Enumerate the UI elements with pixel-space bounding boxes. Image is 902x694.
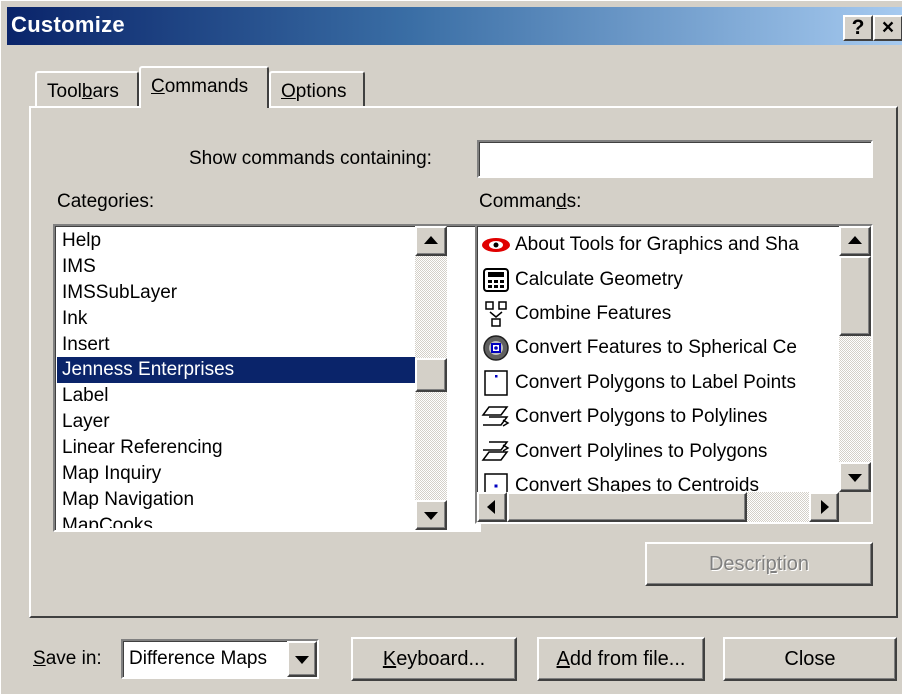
close-button[interactable]: Close (723, 637, 897, 681)
command-item[interactable]: Convert Polygons to Polylines (481, 400, 839, 434)
command-item[interactable]: Convert Polylines to Polygons (481, 434, 839, 468)
categories-listbox[interactable]: Help IMS IMSSubLayer Ink Insert Jenness … (53, 224, 481, 532)
category-item[interactable]: Linear Referencing (57, 435, 415, 461)
command-item[interactable]: Convert Shapes to Centroids (481, 469, 839, 494)
category-item[interactable]: Insert (57, 332, 415, 358)
save-in-value: Difference Maps (129, 648, 267, 669)
eye-icon (481, 231, 511, 259)
arrow-down-icon (848, 474, 862, 482)
tab-label: Options (281, 81, 347, 102)
command-label: Convert Features to Spherical Ce (515, 337, 797, 359)
title-bar[interactable]: Customize ? × (7, 7, 902, 45)
centroid-icon (481, 472, 511, 494)
command-item[interactable]: About Tools for Graphics and Sha (481, 228, 839, 262)
scroll-down-button[interactable] (839, 462, 871, 492)
scroll-left-button[interactable] (477, 492, 507, 522)
scroll-up-button[interactable] (839, 226, 871, 256)
category-item[interactable]: Help (57, 228, 415, 254)
command-item[interactable]: Convert Polygons to Label Points (481, 366, 839, 400)
commands-panel: Show commands containing: Categories: Co… (29, 106, 898, 618)
scroll-up-button[interactable] (415, 226, 447, 256)
category-item[interactable]: Map Navigation (57, 487, 415, 513)
tab-commands[interactable]: Commands (139, 66, 269, 108)
scroll-thumb[interactable] (507, 492, 747, 522)
save-in-label: Save in: (33, 648, 102, 669)
categories-scrollbar[interactable] (415, 226, 447, 530)
arrow-down-icon (424, 512, 438, 520)
commands-vscrollbar[interactable] (839, 226, 871, 492)
commands-label: Commands: (479, 191, 582, 212)
command-item[interactable]: Combine Features (481, 297, 839, 331)
calculator-icon (481, 266, 511, 294)
tab-options[interactable]: Options (269, 71, 365, 107)
command-item[interactable]: Calculate Geometry (481, 262, 839, 296)
scrollbar-corner (839, 492, 871, 522)
arrow-up-icon (848, 236, 862, 244)
arrow-up-icon (424, 236, 438, 244)
command-label: Convert Polylines to Polygons (515, 440, 768, 462)
tab-label: Commands (151, 76, 249, 97)
command-label: Combine Features (515, 302, 672, 324)
commands-listbox[interactable]: About Tools for Graphics and Sha Calcula… (475, 224, 873, 524)
commands-hscrollbar[interactable] (477, 492, 839, 522)
command-label: About Tools for Graphics and Sha (515, 234, 799, 256)
chevron-down-icon (295, 656, 309, 664)
help-button[interactable]: ? (843, 15, 873, 41)
command-label: Calculate Geometry (515, 268, 683, 290)
category-item[interactable]: IMS (57, 254, 415, 280)
combine-icon (481, 300, 511, 328)
description-button[interactable]: Description (645, 542, 873, 586)
close-window-button[interactable]: × (873, 15, 902, 41)
arrow-right-icon (821, 500, 829, 514)
dropdown-button[interactable] (287, 641, 317, 677)
search-input[interactable] (477, 140, 873, 178)
scroll-thumb[interactable] (415, 358, 447, 392)
category-item[interactable]: MapCooks (57, 513, 415, 528)
command-item[interactable]: Convert Features to Spherical Ce (481, 331, 839, 365)
add-from-file-button[interactable]: Add from file... (537, 637, 705, 681)
search-label: Show commands containing: (189, 148, 432, 169)
category-item[interactable]: Ink (57, 306, 415, 332)
category-item[interactable]: IMSSubLayer (57, 280, 415, 306)
save-in-dropdown[interactable]: Difference Maps (121, 639, 319, 679)
polyline-polygon-icon (481, 438, 511, 466)
sphere-icon (481, 334, 511, 362)
scroll-right-button[interactable] (809, 492, 839, 522)
category-item[interactable]: Map Inquiry (57, 461, 415, 487)
tab-label: Toolbars (47, 81, 119, 102)
category-item-selected[interactable]: Jenness Enterprises (57, 357, 415, 384)
tab-toolbars[interactable]: Toolbars (35, 71, 139, 107)
category-item[interactable]: Label (57, 383, 415, 409)
categories-list: Help IMS IMSSubLayer Ink Insert Jenness … (57, 228, 415, 528)
arrow-left-icon (487, 500, 495, 514)
command-label: Convert Polygons to Polylines (515, 406, 768, 428)
commands-list: About Tools for Graphics and Sha Calcula… (481, 228, 839, 494)
scroll-thumb[interactable] (839, 256, 871, 336)
command-label: Convert Polygons to Label Points (515, 371, 796, 393)
category-item[interactable]: Layer (57, 409, 415, 435)
polygon-polyline-icon (481, 403, 511, 431)
scroll-down-button[interactable] (415, 500, 447, 530)
keyboard-button[interactable]: Keyboard... (351, 637, 517, 681)
label-point-icon (481, 369, 511, 397)
categories-label: Categories: (57, 191, 155, 212)
window-title: Customize (11, 12, 125, 37)
customize-dialog: Customize ? × Toolbars Commands Options … (0, 0, 902, 694)
